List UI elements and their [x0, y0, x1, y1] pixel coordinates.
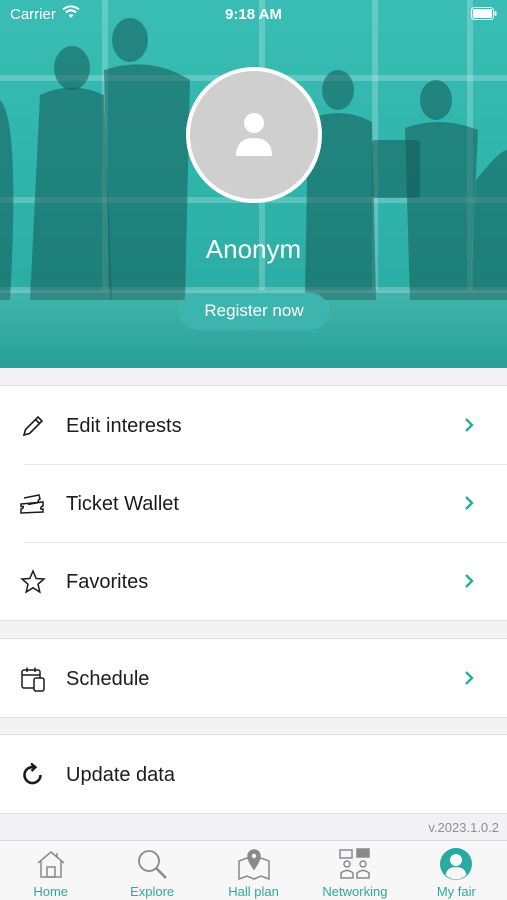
map-icon: [234, 847, 274, 881]
menu-item-favorites[interactable]: Favorites: [0, 542, 507, 620]
user-icon: [436, 847, 476, 881]
chevron-right-icon: [465, 418, 474, 432]
person-icon: [236, 113, 272, 156]
menu-item-label: Schedule: [66, 668, 150, 690]
register-button[interactable]: Register now: [180, 293, 328, 329]
tab-label: Hall plan: [228, 884, 279, 899]
tab-hall-plan[interactable]: Hall plan: [203, 841, 304, 900]
menu-item-label: Favorites: [66, 571, 149, 593]
status-time: 9:18 AM: [225, 6, 282, 23]
menu-item-update-data[interactable]: Update data: [0, 735, 507, 813]
tab-label: Explore: [130, 884, 175, 899]
tab-my-fair[interactable]: My fair: [406, 841, 507, 900]
search-icon: [132, 847, 172, 881]
chevron-right-icon: [465, 496, 474, 510]
tab-home[interactable]: Home: [0, 841, 101, 900]
menu-item-ticket-wallet[interactable]: Ticket Wallet: [0, 464, 507, 542]
tab-label: My fair: [436, 884, 476, 899]
menu-item-edit-interests[interactable]: Edit interests: [0, 386, 507, 464]
menu-item-label: Update data: [66, 764, 175, 786]
menu-group-profile: Edit interests Ticket Wallet Favorites: [0, 385, 507, 621]
tab-label: Networking: [322, 884, 388, 899]
battery-icon: [471, 7, 497, 20]
calendar-icon: [19, 665, 47, 693]
menu-item-schedule[interactable]: Schedule: [0, 639, 507, 717]
tickets-icon: [19, 490, 47, 518]
tab-label: Home: [33, 884, 69, 899]
menu-item-label: Ticket Wallet: [66, 493, 179, 515]
avatar[interactable]: [186, 67, 322, 203]
home-icon: [31, 847, 71, 881]
menu-group-data: Update data: [0, 734, 507, 814]
menu-group-schedule: Schedule: [0, 638, 507, 718]
menu-item-label: Edit interests: [66, 415, 182, 437]
app-version: v.2023.1.0.2: [428, 820, 499, 835]
status-bar: Carrier 9:18 AM: [0, 0, 507, 28]
chevron-right-icon: [465, 671, 474, 685]
star-icon: [19, 568, 47, 596]
tab-explore[interactable]: Explore: [101, 841, 202, 900]
pencil-icon: [19, 412, 47, 440]
networking-icon: [335, 847, 375, 881]
tab-networking[interactable]: Networking: [304, 841, 405, 900]
profile-name: Anonym: [205, 234, 302, 264]
chevron-right-icon: [465, 574, 474, 588]
refresh-icon: [19, 761, 47, 789]
tab-bar: Home Explore Hall plan Networking My fai…: [0, 840, 507, 900]
